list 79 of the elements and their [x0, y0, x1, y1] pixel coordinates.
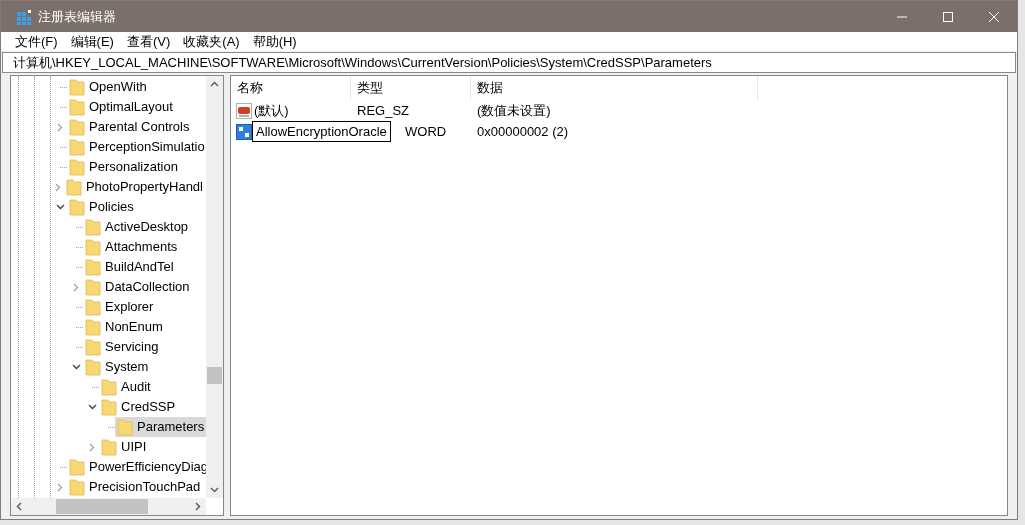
chevron-right-icon[interactable]	[89, 442, 95, 452]
tree-item[interactable]: OptimalLayout	[67, 97, 176, 117]
chevron-down-icon[interactable]	[71, 364, 81, 370]
tree-item[interactable]: ActiveDesktop	[83, 217, 192, 237]
tree-item[interactable]: DataCollection	[83, 277, 193, 297]
tree-item[interactable]: Servicing	[83, 337, 162, 357]
folder-icon	[85, 318, 101, 336]
column-header[interactable]: 数据	[471, 76, 758, 100]
binary-value-icon	[236, 123, 252, 140]
folder-icon	[117, 418, 133, 436]
tree-item[interactable]: OpenWith	[67, 77, 150, 97]
chevron-down-icon[interactable]	[87, 404, 97, 410]
tree-item[interactable]: Parameters	[115, 417, 206, 437]
folder-icon	[101, 398, 117, 416]
menu-item[interactable]: 帮助(H)	[246, 31, 303, 52]
value-data: 0x00000002 (2)	[477, 123, 569, 139]
menu-item[interactable]: 文件(F)	[9, 31, 64, 52]
folder-icon	[69, 78, 85, 96]
folder-icon	[85, 238, 101, 256]
scroll-right-icon[interactable]	[195, 502, 201, 511]
folder-icon	[69, 138, 85, 156]
address-bar[interactable]: 计算机\HKEY_LOCAL_MACHINE\SOFTWARE\Microsoft\Windows\CurrentVersion\Policies\System\CredSSP\Parameters	[2, 52, 1016, 73]
chevron-down-icon[interactable]	[55, 204, 65, 210]
menu-item[interactable]: 编辑(E)	[64, 31, 120, 52]
folder-icon	[85, 258, 101, 276]
folder-icon	[69, 158, 85, 176]
folder-icon	[85, 298, 101, 316]
tree-item[interactable]: UIPI	[99, 437, 150, 457]
chevron-right-icon[interactable]	[57, 122, 63, 132]
folder-icon	[85, 218, 101, 236]
folder-icon	[85, 358, 101, 376]
scroll-down-icon[interactable]	[210, 487, 219, 493]
registry-icon	[16, 8, 32, 25]
vertical-scrollbar[interactable]	[206, 76, 223, 498]
folder-icon	[85, 338, 101, 356]
folder-icon	[101, 438, 117, 456]
folder-icon	[69, 118, 85, 136]
tree-item[interactable]: PerceptionSimulatio	[67, 137, 206, 157]
tree-item[interactable]: System	[83, 357, 152, 377]
tree-item[interactable]: BuildAndTel	[83, 257, 177, 277]
scroll-left-icon[interactable]	[16, 502, 22, 511]
chevron-right-icon[interactable]	[73, 282, 79, 292]
menu-item[interactable]: 查看(V)	[120, 31, 177, 52]
folder-icon	[101, 378, 117, 396]
folder-icon	[85, 278, 101, 296]
column-header[interactable]: 类型	[351, 76, 471, 100]
folder-icon	[65, 178, 82, 196]
chevron-right-icon[interactable]	[57, 482, 63, 492]
window-title: 注册表编辑器	[38, 7, 116, 26]
horizontal-scrollbar[interactable]	[11, 498, 206, 515]
folder-icon	[69, 98, 85, 116]
tree-item[interactable]: PrecisionTouchPad	[67, 477, 204, 497]
address-text: 计算机\HKEY_LOCAL_MACHINE\SOFTWARE\Microsoft\Windows\CurrentVersion\Policies\System\CredSSP\Parameters	[13, 53, 712, 72]
tree-item[interactable]: Explorer	[83, 297, 157, 317]
rename-field[interactable]: AllowEncryptionOracle	[252, 121, 391, 142]
tree-item[interactable]: CredSSP	[99, 397, 179, 417]
value-name: (默认)	[254, 101, 289, 120]
tree-item[interactable]: Personalization	[67, 157, 181, 177]
string-value-icon	[236, 102, 252, 119]
folder-icon	[69, 198, 85, 216]
scrollbar-thumb[interactable]	[207, 367, 222, 384]
menu-item[interactable]: 收藏夹(A)	[177, 31, 246, 52]
tree-item[interactable]: Policies	[67, 197, 137, 217]
tree-item[interactable]: Parental Controls	[67, 117, 193, 137]
scroll-up-icon[interactable]	[210, 81, 219, 87]
tree-item[interactable]: NonEnum	[83, 317, 166, 337]
scrollbar-thumb[interactable]	[56, 499, 148, 514]
tree-item[interactable]: Audit	[99, 377, 154, 397]
folder-icon	[69, 458, 85, 476]
column-header[interactable]: 名称	[231, 76, 351, 100]
maximize-icon	[943, 11, 953, 22]
tree-item[interactable]: PhotoPropertyHandl	[63, 177, 206, 197]
close-icon	[989, 11, 999, 22]
chevron-right-icon[interactable]	[55, 182, 62, 192]
value-type: WORD	[405, 123, 447, 139]
value-data: (数值未设置)	[477, 102, 551, 118]
value-type: REG_SZ	[357, 102, 409, 118]
tree-item[interactable]: Attachments	[83, 237, 181, 257]
folder-icon	[69, 478, 85, 496]
